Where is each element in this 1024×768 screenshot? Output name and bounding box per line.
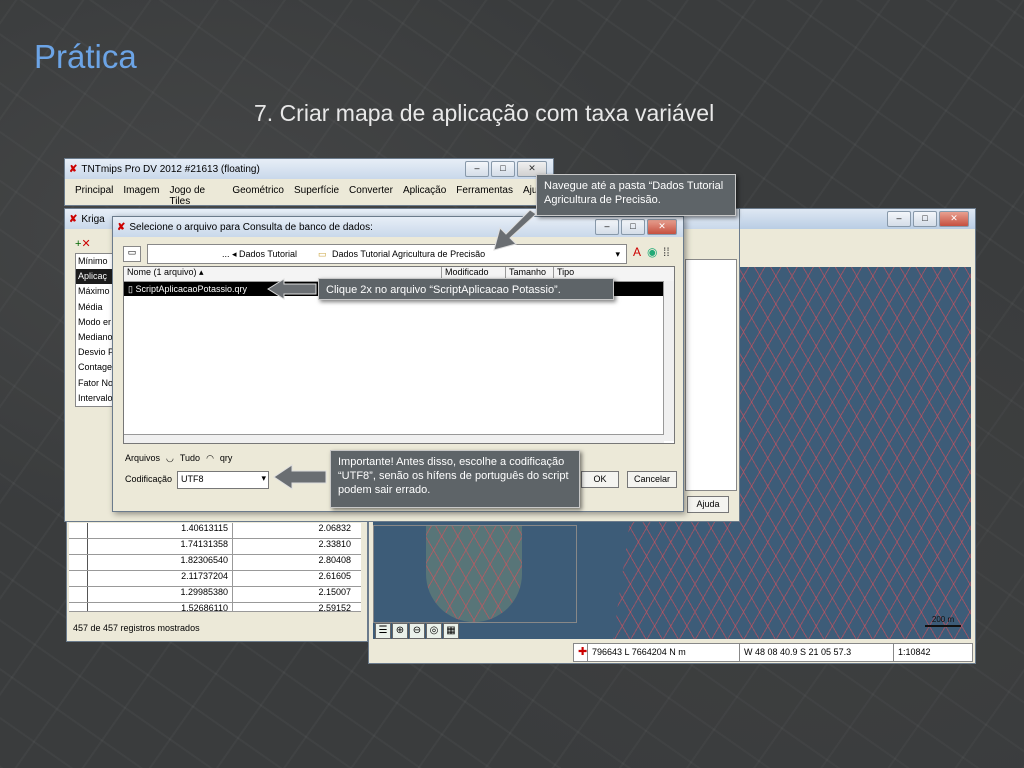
font-icon[interactable]: A [633,245,641,259]
close-button[interactable]: ✕ [647,219,677,235]
inset-grid [426,526,522,622]
layers-icon[interactable]: ☰ [375,623,391,639]
folder-icon[interactable]: ▭ [123,246,141,262]
radio-qry[interactable]: ◠ [206,453,214,464]
path-combo[interactable]: ... ◂ Dados Tutorial ▭ Dados Tutorial Ag… [147,244,627,264]
menu-principal[interactable]: Principal [75,185,113,207]
table-row[interactable]: 1.29985380 2.15007 [69,587,361,603]
arrow-to-encoding [273,464,327,490]
krig-toolbar: +✕ [75,237,91,250]
menu-ferramentas[interactable]: Ferramentas [456,185,513,207]
inset-map[interactable] [373,525,577,623]
file-dialog-titlebar: ✘ Selecione o arquivo para Consulta de b… [113,217,683,237]
filter-qry-label: qry [219,453,233,463]
callout-doubleclick: Clique 2x no arquivo “ScriptAplicacao Po… [318,278,614,300]
map-toolbar: ☰ ⊕ ⊖ ◎ ▦ [375,623,460,641]
menu-converter[interactable]: Converter [349,185,393,207]
table-status: 457 de 457 registros mostrados [73,623,200,633]
maximize-button[interactable]: □ [491,161,515,177]
encoding-value: UTF8 [181,474,204,484]
krig-title: Kriga [81,213,105,225]
file-dialog-title: Selecione o arquivo para Consulta de ban… [129,221,373,233]
path-parent[interactable]: ... ◂ Dados Tutorial [222,245,297,263]
grid-icon[interactable]: ⁞⁞ [663,245,670,259]
app-icon: ✘ [69,213,78,225]
arrow-to-file [267,278,317,300]
menu-geometrico[interactable]: Geométrico [232,185,284,207]
delete-icon[interactable]: ✕ [81,238,90,250]
table-row[interactable]: 1.52686110 2.59152 [69,603,361,612]
table-row[interactable]: 1.40613115 2.06832 [69,523,361,539]
globe-icon[interactable]: ◉ [647,245,657,259]
zoom-out-icon[interactable]: ⊖ [409,623,425,639]
close-button[interactable]: ✕ [939,211,969,227]
menu-aplicacao[interactable]: Aplicação [403,185,446,207]
table-row[interactable]: 2.11737204 2.61605 [69,571,361,587]
tntmips-window: ✘ TNTmips Pro DV 2012 #21613 (floating) … [64,158,554,207]
slide-subtitle: 7. Criar mapa de aplicação com taxa vari… [254,100,715,126]
coords-readout: 796643 L 7664204 N m [588,644,740,661]
vertical-scrollbar[interactable] [663,281,674,441]
table-row[interactable]: 1.82306540 2.80408 [69,555,361,571]
arrow-to-path [493,210,537,251]
minimize-button[interactable]: – [887,211,911,227]
arquivos-label: Arquivos [125,453,161,463]
chevron-down-icon[interactable]: ▾ [615,245,620,263]
map-statusbar: ✚ 796643 L 7664204 N m W 48 08 40.9 S 21… [573,643,973,662]
cancel-button[interactable]: Cancelar [627,471,677,488]
maximize-button[interactable]: □ [913,211,937,227]
crosshair-icon[interactable]: ✚ [574,644,588,661]
slide-title: Prática [34,38,137,75]
horizontal-scrollbar[interactable] [124,434,664,443]
scale-bar: 200 m [925,615,961,627]
filter-tudo-label: Tudo [179,453,201,463]
maximize-button[interactable]: □ [621,219,645,235]
path-current[interactable]: Dados Tutorial Agricultura de Precisão [332,245,485,263]
ok-button[interactable]: OK [581,471,619,488]
codificacao-label: Codificação [125,474,173,484]
data-table: 1.40613115 2.06832 1.74131358 2.33810 1.82… [69,523,361,612]
app-icon: ✘ [69,163,78,175]
encoding-select[interactable]: UTF8 ▾ [177,471,269,489]
filter-row: Arquivos ◡ Tudo ◠ qry [125,453,232,464]
menu-imagem[interactable]: Imagem [123,185,159,207]
app-icon: ✘ [117,221,126,233]
krig-right-panel [685,259,737,491]
map-view-icon[interactable]: ▦ [443,623,459,639]
zoom-in-icon[interactable]: ⊕ [392,623,408,639]
latlon-readout: W 48 08 40.9 S 21 05 57.3 [740,644,894,661]
minimize-button[interactable]: – [595,219,619,235]
chevron-down-icon[interactable]: ▾ [261,473,266,484]
file-name[interactable]: ScriptAplicacaoPotassio.qry [135,284,247,294]
callout-navigate: Navegue até a pasta “Dados Tutorial Agri… [536,174,736,216]
file-icon: ▯ [128,284,133,294]
callout-important: Importante! Antes disso, escolhe a codif… [330,450,580,508]
tntmips-titlebar: ✘ TNTmips Pro DV 2012 #21613 (floating) … [65,159,553,179]
scale-readout: 1:10842 [898,647,931,657]
path-folder-icon: ▭ [318,249,327,259]
path-bar: ▭ ... ◂ Dados Tutorial ▭ Dados Tutorial … [121,244,677,264]
menu-superficie[interactable]: Superfície [294,185,339,207]
menu-jogo-de-tiles[interactable]: Jogo de Tiles [169,185,222,207]
radio-tudo[interactable]: ◡ [166,453,174,464]
minimize-button[interactable]: – [465,161,489,177]
table-window: 1.40613115 2.06832 1.74131358 2.33810 1.82… [66,508,368,642]
tntmips-title: TNTmips Pro DV 2012 #21613 (floating) [81,163,260,175]
ajuda-button[interactable]: Ajuda [687,496,729,513]
zoom-box-icon[interactable]: ◎ [426,623,442,639]
table-row[interactable]: 1.74131358 2.33810 [69,539,361,555]
